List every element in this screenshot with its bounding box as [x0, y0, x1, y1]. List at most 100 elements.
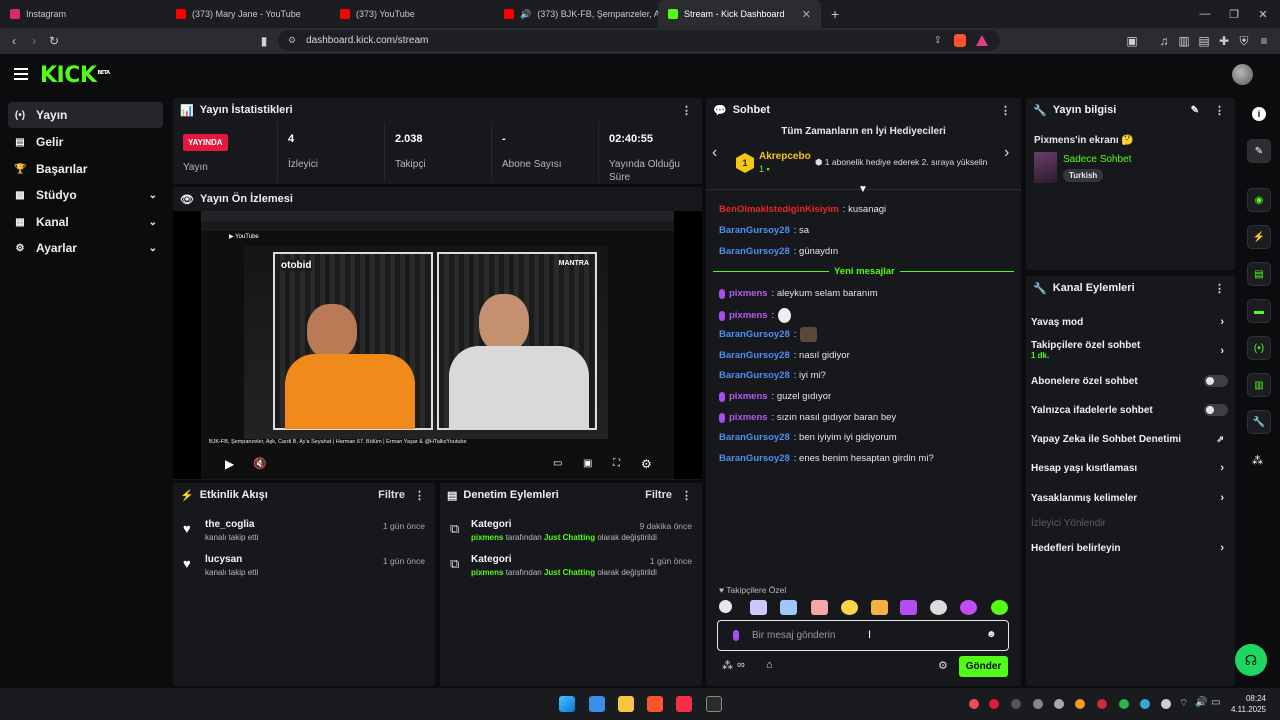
- support-chat-icon[interactable]: ☊: [1235, 644, 1267, 676]
- emote-icon[interactable]: [960, 600, 977, 615]
- emote-icon[interactable]: [780, 600, 797, 615]
- mute-icon[interactable]: 🔇: [253, 457, 267, 470]
- store-icon[interactable]: ⌂: [766, 659, 773, 671]
- more-options-icon[interactable]: ⋮: [1214, 104, 1225, 117]
- fullscreen-icon[interactable]: ⛶: [613, 458, 620, 469]
- share-icon[interactable]: ⇪: [934, 35, 942, 46]
- chat-username[interactable]: pixmens: [729, 310, 768, 321]
- category-name[interactable]: Just Chatting: [544, 568, 595, 577]
- tray-icon[interactable]: [1011, 699, 1021, 709]
- close-window-icon[interactable]: ✕: [1246, 0, 1280, 28]
- emote-icon[interactable]: [811, 600, 828, 615]
- layout-rail-button[interactable]: ▥: [1247, 373, 1271, 397]
- tray-icon[interactable]: [1097, 699, 1107, 709]
- pin-icon[interactable]: ▼: [858, 184, 868, 195]
- emote-icon[interactable]: [750, 600, 767, 615]
- tab-youtube-mary-jane[interactable]: (373) Mary Jane - YouTube: [166, 0, 330, 28]
- more-options-icon[interactable]: ⋮: [414, 489, 425, 502]
- tab-instagram[interactable]: Instagram: [0, 0, 166, 28]
- chat-input[interactable]: Bir mesaj gönderin I ☻: [717, 620, 1009, 651]
- vpn-icon[interactable]: ⛨: [1236, 33, 1252, 49]
- site-info-icon[interactable]: ⚙: [288, 35, 296, 46]
- brave-rewards-icon[interactable]: [976, 35, 988, 46]
- hamburger-menu-icon[interactable]: [14, 68, 28, 80]
- chevron-left-icon[interactable]: ‹: [712, 144, 717, 162]
- brave-browser-icon[interactable]: [647, 696, 663, 712]
- category-name[interactable]: Just Chatting: [544, 533, 595, 542]
- video-player[interactable]: ▶ YouTube otobid MANTRA BJK-FB, Şempanze…: [173, 211, 702, 479]
- chat-username[interactable]: pixmens: [729, 412, 768, 423]
- address-bar[interactable]: ⚙ dashboard.kick.com/stream ⇪: [278, 30, 1000, 51]
- close-tab-icon[interactable]: ✕: [802, 8, 811, 21]
- lightning-rail-button[interactable]: ⚡: [1247, 225, 1271, 249]
- sidebar-toggle-icon[interactable]: ▣: [1124, 33, 1140, 49]
- tray-icon[interactable]: [1140, 699, 1150, 709]
- chat-username[interactable]: BenOlmakIstediginKisiyim: [719, 204, 839, 215]
- nav-item-studyo[interactable]: ▩ Stüdyo ⌄: [8, 182, 163, 208]
- chat-username[interactable]: BaranGursoy28: [719, 370, 790, 381]
- points-icon[interactable]: ⁂: [722, 659, 733, 672]
- tab-youtube-bjk[interactable]: 🔊 (373) BJK-FB, Şempanzeler, Aşk, C: [494, 0, 658, 28]
- chat-username[interactable]: BaranGursoy28: [719, 329, 790, 340]
- emote-icon[interactable]: [778, 308, 792, 323]
- more-tools-icon[interactable]: ⁂: [1252, 454, 1263, 467]
- wifi-icon[interactable]: ⌔: [1179, 697, 1188, 710]
- bookmark-icon[interactable]: ▮: [256, 33, 272, 49]
- chat-username[interactable]: BaranGursoy28: [719, 432, 790, 443]
- reload-icon[interactable]: ↻: [46, 33, 62, 49]
- emote-icon[interactable]: [841, 600, 858, 615]
- category-thumbnail[interactable]: [1034, 152, 1057, 183]
- tray-icon[interactable]: [1161, 699, 1171, 709]
- tray-icon[interactable]: [1054, 699, 1064, 709]
- tray-icon[interactable]: [1119, 699, 1129, 709]
- play-icon[interactable]: ▶: [225, 457, 234, 471]
- language-tag[interactable]: Turkish: [1063, 169, 1104, 182]
- activity-username[interactable]: the_coglia: [205, 519, 258, 530]
- clock[interactable]: 08:24 4.11.2025: [1228, 693, 1266, 715]
- emote-icon[interactable]: [719, 600, 732, 613]
- edit-rail-button[interactable]: ✎: [1247, 139, 1271, 163]
- back-icon[interactable]: ‹: [6, 33, 22, 49]
- nav-item-yayin[interactable]: (•) Yayın: [8, 102, 163, 128]
- emotes-chat-toggle[interactable]: [1204, 404, 1228, 416]
- extensions-icon[interactable]: ✚: [1216, 33, 1232, 49]
- set-goals-row[interactable]: Hedefleri belirleyin ›: [1031, 538, 1228, 558]
- emote-icon[interactable]: [991, 600, 1008, 615]
- more-options-icon[interactable]: ⋮: [681, 489, 692, 502]
- chat-settings-icon[interactable]: ⚙: [938, 659, 948, 672]
- filter-button[interactable]: Filtre: [645, 489, 672, 501]
- broadcast-rail-button[interactable]: (•): [1247, 336, 1271, 360]
- nav-item-basarilar[interactable]: 🏆 Başarılar: [8, 156, 163, 182]
- top-gifter-name[interactable]: Akrepcebo: [759, 151, 811, 162]
- chevron-down-icon[interactable]: ⌄: [149, 190, 157, 201]
- emoji-picker-icon[interactable]: ☻: [986, 629, 997, 640]
- reader-icon[interactable]: ▥: [1176, 33, 1192, 49]
- theater-icon[interactable]: ▣: [583, 458, 592, 469]
- tray-icon[interactable]: [1033, 699, 1043, 709]
- nav-item-gelir[interactable]: ▤ Gelir: [8, 129, 163, 155]
- chat-rail-button[interactable]: ▬: [1247, 299, 1271, 323]
- slow-mode-row[interactable]: Yavaş mod ›: [1031, 312, 1228, 332]
- battery-icon[interactable]: ▭: [1211, 697, 1220, 708]
- info-icon[interactable]: i: [1252, 107, 1266, 121]
- chat-username[interactable]: BaranGursoy28: [719, 453, 790, 464]
- more-options-icon[interactable]: ⋮: [1000, 104, 1011, 117]
- emote-icon[interactable]: [900, 600, 917, 615]
- category-name[interactable]: Sadece Sohbet: [1063, 154, 1131, 165]
- document-rail-button[interactable]: ▤: [1247, 262, 1271, 286]
- gallery-icon[interactable]: [589, 696, 605, 712]
- music-icon[interactable]: ♫: [1156, 33, 1172, 49]
- tab-kick-dashboard[interactable]: Stream - Kick Dashboard ✕: [658, 0, 821, 28]
- tab-youtube[interactable]: (373) YouTube: [330, 0, 494, 28]
- new-tab-button[interactable]: +: [821, 0, 851, 28]
- activity-username[interactable]: lucysan: [205, 554, 258, 565]
- chevron-down-icon[interactable]: ⌄: [149, 243, 157, 254]
- apple-music-icon[interactable]: [676, 696, 692, 712]
- camera-rail-button[interactable]: ◉: [1247, 188, 1271, 212]
- tray-icon[interactable]: [989, 699, 999, 709]
- chat-username[interactable]: BaranGursoy28: [719, 350, 790, 361]
- wrench-rail-button[interactable]: 🔧: [1247, 410, 1271, 434]
- followers-chat-row[interactable]: Takipçilere özel sohbet 1 dk. ›: [1031, 340, 1228, 364]
- edit-pencil-icon[interactable]: ✎: [1191, 105, 1199, 116]
- forward-icon[interactable]: ›: [26, 33, 42, 49]
